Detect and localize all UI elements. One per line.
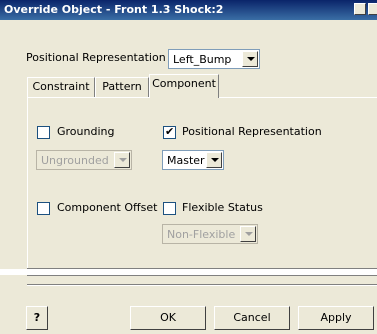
- positional-representation-select[interactable]: Left_Bump: [168, 49, 260, 69]
- flexible-status-label: Flexible Status: [182, 201, 263, 214]
- window-title: Override Object - Front 1.3 Shock:2: [4, 3, 224, 16]
- ok-button[interactable]: OK: [130, 306, 206, 330]
- title-bar[interactable]: Override Object - Front 1.3 Shock:2: [0, 0, 377, 20]
- selected-value: Master: [167, 154, 205, 167]
- tab-constraint[interactable]: Constraint: [27, 77, 95, 97]
- override-object-dialog: Override Object - Front 1.3 Shock:2 Posi…: [0, 0, 377, 334]
- positional-representation-value-select[interactable]: Master: [162, 150, 224, 170]
- close-icon[interactable]: [368, 3, 377, 15]
- chevron-down-icon[interactable]: [242, 51, 258, 67]
- apply-button[interactable]: Apply: [298, 306, 374, 330]
- selected-value: Left_Bump: [173, 53, 232, 66]
- selected-value: Ungrounded: [41, 154, 109, 167]
- divider-line: [27, 275, 377, 276]
- chevron-down-icon[interactable]: [114, 152, 130, 168]
- positional-representation-checkbox[interactable]: [163, 125, 176, 139]
- flexible-status-select[interactable]: Non-Flexible: [162, 224, 258, 244]
- tab-pattern[interactable]: Pattern: [95, 77, 149, 97]
- positional-representation-checkbox-label: Positional Representation: [182, 125, 322, 138]
- tab-component[interactable]: Component: [149, 74, 219, 98]
- lower-panel-edge-highlight: [27, 285, 377, 286]
- chevron-down-icon[interactable]: [206, 152, 222, 168]
- positional-representation-label: Positional Representation: [26, 51, 166, 64]
- grounding-checkbox[interactable]: [37, 126, 50, 139]
- maximize-icon[interactable]: [354, 3, 366, 15]
- cancel-button[interactable]: Cancel: [214, 306, 290, 330]
- component-offset-label: Component Offset: [57, 201, 158, 214]
- grounding-label: Grounding: [57, 125, 115, 138]
- help-button[interactable]: ?: [26, 306, 48, 330]
- flexible-status-checkbox[interactable]: [163, 202, 176, 215]
- component-offset-checkbox[interactable]: [37, 202, 50, 215]
- selected-value: Non-Flexible: [167, 228, 236, 241]
- grounding-select[interactable]: Ungrounded: [36, 150, 132, 170]
- chevron-down-icon[interactable]: [240, 226, 256, 242]
